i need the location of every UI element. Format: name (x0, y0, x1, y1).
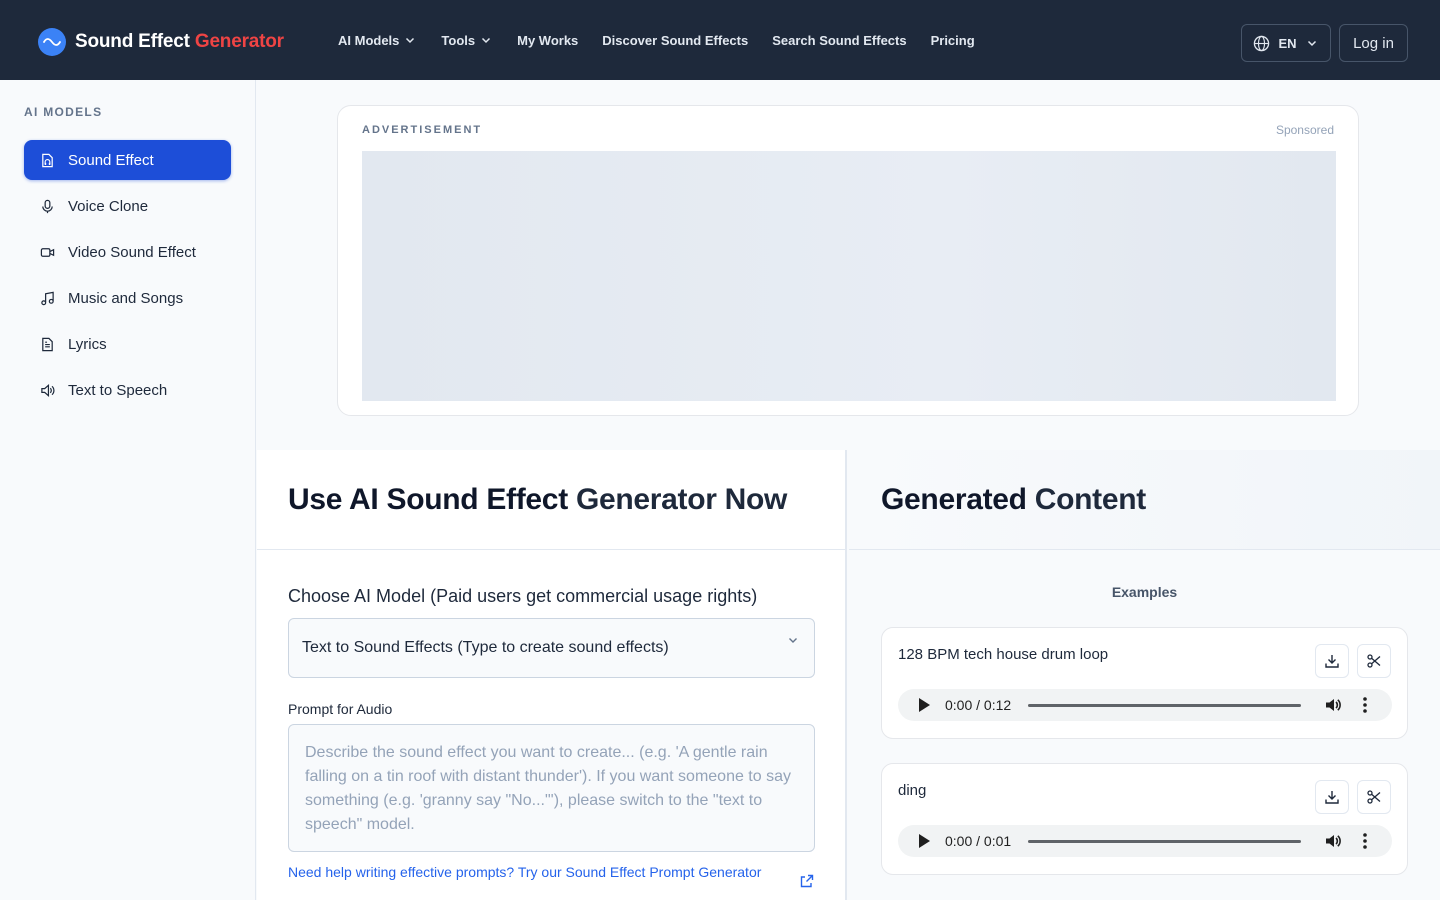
generator-title: Use AI Sound Effect Generator Now (288, 482, 788, 516)
sidebar-item-label: Voice Clone (68, 197, 149, 215)
generated-content-title: Generated Content (881, 482, 1146, 516)
sidebar-list: Sound Effect Voice Clone Video Sound Eff… (24, 140, 231, 416)
sidebar-item-label: Music and Songs (68, 289, 184, 307)
document-icon (42, 337, 53, 351)
sidebar-item-sound-effect[interactable]: Sound Effect (24, 140, 231, 180)
nav-discover-sound-effects[interactable]: Discover Sound Effects (602, 33, 748, 48)
speaker-icon (41, 383, 55, 397)
advertisement-placeholder[interactable] (362, 151, 1336, 401)
sidebar-item-text-to-speech[interactable]: Text to Speech (24, 370, 231, 410)
nav-label: Tools (441, 32, 476, 48)
brand-logo-link[interactable]: Sound Effect Generator (38, 28, 284, 56)
nav-search-sound-effects[interactable]: Search Sound Effects (772, 33, 906, 48)
globe-icon (1254, 35, 1270, 51)
nav-ai-models[interactable]: AI Models (338, 33, 417, 48)
scissors-icon (1367, 790, 1381, 804)
external-link-icon[interactable] (800, 874, 814, 888)
nav-label: AI Models (338, 32, 400, 48)
language-selector[interactable]: EN (1241, 24, 1331, 62)
headphones-file-icon (42, 153, 53, 167)
sidebar-item-video-sound-effect[interactable]: Video Sound Effect (24, 232, 231, 272)
brand-name: Sound Effect Generator (75, 31, 284, 52)
language-code: EN (1278, 35, 1297, 51)
example-card: ding 0:00 / 0:01 (881, 763, 1408, 875)
sidebar-item-label: Video Sound Effect (68, 243, 196, 261)
nav-my-works[interactable]: My Works (517, 33, 578, 48)
advertisement-card: ADVERTISEMENT Sponsored (337, 105, 1359, 416)
play-icon[interactable] (919, 698, 930, 712)
model-select[interactable]: Text to Sound Effects (Type to create so… (288, 618, 815, 678)
nav-pricing[interactable]: Pricing (931, 33, 975, 48)
model-label: Choose AI Model (Paid users get commerci… (288, 586, 758, 606)
nav-label: Pricing (930, 32, 975, 48)
sidebar-item-lyrics[interactable]: Lyrics (24, 324, 231, 364)
sidebar-heading: AI MODELS (24, 105, 103, 119)
audio-progress-track[interactable] (1028, 704, 1301, 707)
chevron-down-icon (406, 37, 415, 44)
audio-player[interactable]: 0:00 / 0:01 (898, 825, 1392, 857)
download-icon (1325, 791, 1339, 804)
prompt-generator-link[interactable]: Need help writing effective prompts? Try… (288, 862, 788, 882)
sidebar: AI MODELS Sound Effect Voice Clone Video… (0, 80, 256, 900)
top-navigation-bar: Sound Effect Generator AI Models Tools M… (0, 0, 1440, 80)
generated-content-panel: Generated Content Examples 128 BPM tech … (849, 450, 1440, 900)
sidebar-item-label: Text to Speech (68, 381, 168, 399)
advertisement-label: ADVERTISEMENT (362, 124, 483, 136)
trim-button[interactable] (1357, 780, 1391, 814)
sidebar-item-voice-clone[interactable]: Voice Clone (24, 186, 231, 226)
play-icon[interactable] (919, 834, 930, 848)
sidebar-item-music-and-songs[interactable]: Music and Songs (24, 278, 231, 318)
chevron-down-icon (789, 638, 797, 643)
sound-wave-logo-icon (38, 28, 66, 56)
example-title: 128 BPM tech house drum loop (898, 646, 1109, 663)
nav-tools[interactable]: Tools (441, 33, 493, 48)
prompt-textarea[interactable]: Describe the sound effect you want to cr… (288, 724, 815, 852)
nav-label: My Works (517, 32, 579, 48)
more-options-icon[interactable] (1363, 697, 1367, 713)
generated-content-header: Generated Content (849, 450, 1440, 550)
audio-progress-track[interactable] (1028, 840, 1301, 843)
nav-label: Search Sound Effects (772, 32, 907, 48)
audio-player[interactable]: 0:00 / 0:12 (898, 689, 1392, 721)
generator-header: Use AI Sound Effect Generator Now (257, 450, 845, 550)
more-options-icon[interactable] (1363, 833, 1367, 849)
nav-label: Discover Sound Effects (602, 32, 749, 48)
chevron-down-icon (1307, 40, 1316, 47)
sidebar-item-label: Lyrics (68, 335, 107, 353)
sponsored-label: Sponsored (1275, 123, 1334, 137)
trim-button[interactable] (1357, 644, 1391, 678)
volume-icon[interactable] (1324, 832, 1342, 850)
login-button[interactable]: Log in (1339, 24, 1408, 62)
download-button[interactable] (1315, 644, 1349, 678)
sidebar-item-label: Sound Effect (68, 151, 154, 169)
examples-heading: Examples (1111, 584, 1178, 600)
microphone-icon (42, 199, 53, 213)
audio-time: 0:00 / 0:12 (945, 697, 1012, 713)
volume-icon[interactable] (1324, 696, 1342, 714)
chevron-down-icon (482, 37, 491, 44)
audio-time: 0:00 / 0:01 (945, 833, 1012, 849)
download-icon (1325, 655, 1339, 668)
example-title: ding (898, 782, 927, 799)
generator-panel: Use AI Sound Effect Generator Now Choose… (257, 450, 847, 900)
prompt-label: Prompt for Audio (288, 701, 393, 717)
download-button[interactable] (1315, 780, 1349, 814)
main-nav: AI Models Tools My Works Discover Sound … (338, 0, 999, 80)
scissors-icon (1367, 654, 1381, 668)
video-camera-icon (40, 247, 55, 257)
music-note-icon (41, 291, 54, 305)
example-card: 128 BPM tech house drum loop 0:00 / 0:12 (881, 627, 1408, 739)
model-select-value: Text to Sound Effects (Type to create so… (302, 639, 669, 656)
